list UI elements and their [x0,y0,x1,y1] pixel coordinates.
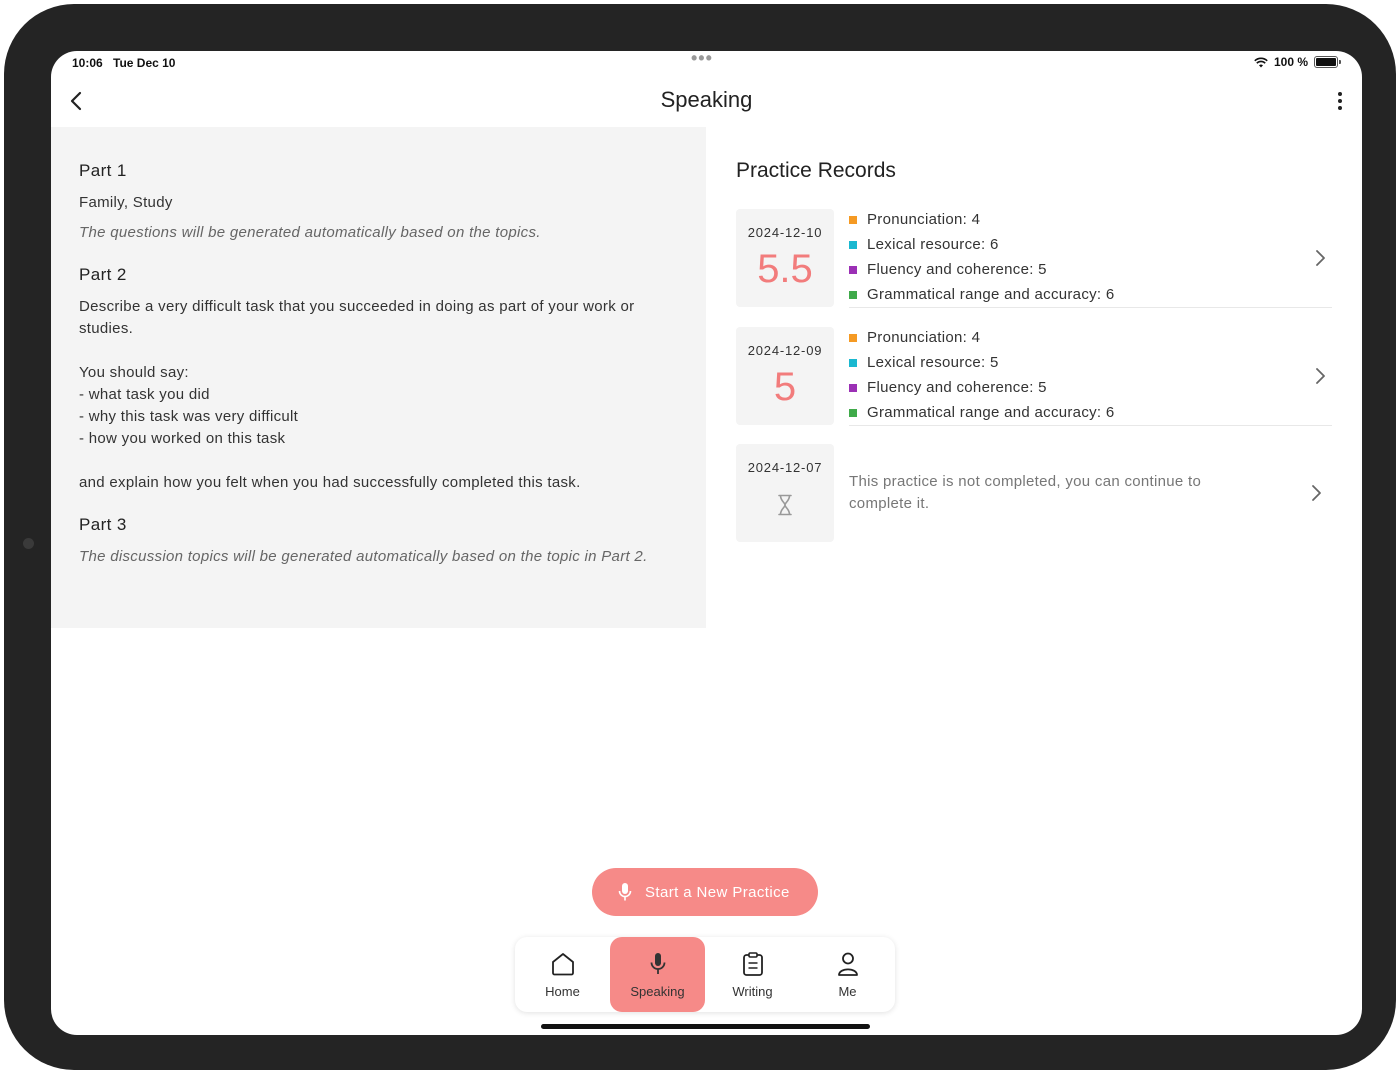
status-bar: 10:06 Tue Dec 10 ••• 100 % [51,51,1362,75]
tab-speaking[interactable]: Speaking [610,937,705,1012]
criterion-fluency: Fluency and coherence: 5 [849,261,1047,278]
tab-label: Home [545,984,580,999]
start-new-practice-button[interactable]: Start a New Practice [592,868,818,916]
wifi-icon [1254,57,1268,67]
microphone-icon [650,953,666,974]
orange-dot-icon [849,333,857,342]
topic-content: Part 1 Family, Study The questions will … [79,160,679,576]
record-item[interactable]: 2024-12-09 5 Pronunciation: 4 Lexical re… [736,327,1332,426]
record-score: 5.5 [757,247,813,291]
start-button-label: Start a New Practice [645,884,790,901]
battery-percent: 100 % [1273,55,1308,69]
record-criteria: Pronunciation: 4 Lexical resource: 5 Flu… [849,327,1332,426]
battery-icon [1314,56,1341,68]
criterion-grammar: Grammatical range and accuracy: 6 [849,404,1115,421]
tab-label: Me [838,984,857,999]
chevron-right-icon[interactable] [1310,484,1322,502]
hourglass-icon [778,494,792,516]
purple-dot-icon [849,265,857,274]
microphone-icon [618,883,632,901]
record-date: 2024-12-10 [747,225,823,240]
record-date: 2024-12-07 [747,460,823,475]
status-right: 100 % [1254,55,1341,69]
status-date: Tue Dec 10 [113,56,176,70]
home-icon [552,953,574,976]
record-item[interactable]: 2024-12-07 This practice is not complete… [736,444,1332,542]
record-score: 5 [773,365,797,409]
practice-records-title: Practice Records [736,159,896,182]
criterion-pronunciation: Pronunciation: 4 [849,211,980,228]
tab-home[interactable]: Home [515,937,610,1012]
record-date-box: 2024-12-07 [736,444,834,542]
more-vertical-icon[interactable] [1332,89,1348,113]
record-incomplete-message: This practice is not completed, you can … [849,473,1202,512]
part3-heading: Part 3 [79,515,127,534]
tab-me[interactable]: Me [800,937,895,1012]
criterion-pronunciation: Pronunciation: 4 [849,329,980,346]
criterion-grammar: Grammatical range and accuracy: 6 [849,286,1115,303]
part2-cue-card: Describe a very difficult task that you … [79,298,635,491]
part1-topics: Family, Study [79,194,173,211]
front-camera [23,538,34,549]
purple-dot-icon [849,383,857,392]
part3-note: The discussion topics will be generated … [79,548,648,565]
screen: 10:06 Tue Dec 10 ••• 100 % Speaking Part… [51,51,1362,1035]
record-criteria: Pronunciation: 4 Lexical resource: 6 Flu… [849,209,1332,308]
criterion-lexical: Lexical resource: 5 [849,354,999,371]
record-date-box: 2024-12-10 5.5 [736,209,834,307]
cyan-dot-icon [849,240,857,249]
part2-heading: Part 2 [79,265,127,284]
record-date: 2024-12-09 [747,343,823,358]
cyan-dot-icon [849,358,857,367]
criterion-lexical: Lexical resource: 6 [849,236,999,253]
chevron-right-icon[interactable] [1314,249,1326,267]
tab-label: Speaking [630,984,685,999]
clipboard-icon [743,952,763,976]
record-item[interactable]: 2024-12-10 5.5 Pronunciation: 4 Lexical … [736,209,1332,308]
tab-label: Writing [732,984,773,999]
multitasking-dots-icon[interactable]: ••• [691,51,713,69]
green-dot-icon [849,408,857,417]
chevron-right-icon[interactable] [1314,367,1326,385]
green-dot-icon [849,290,857,299]
bottom-tab-bar: Home Speaking Writing Me [515,937,895,1012]
tab-writing[interactable]: Writing [705,937,800,1012]
tablet-frame: 10:06 Tue Dec 10 ••• 100 % Speaking Part… [4,4,1396,1070]
part1-note: The questions will be generated automati… [79,224,541,241]
orange-dot-icon [849,215,857,224]
page-title: Speaking [660,87,753,112]
status-time: 10:06 [72,56,103,70]
record-date-box: 2024-12-09 5 [736,327,834,425]
part1-heading: Part 1 [79,161,127,180]
nav-bar: Speaking [51,75,1362,127]
criterion-fluency: Fluency and coherence: 5 [849,379,1047,396]
topic-panel: Part 1 Family, Study The questions will … [51,127,706,628]
person-icon [838,952,858,976]
home-indicator[interactable] [541,1024,870,1029]
